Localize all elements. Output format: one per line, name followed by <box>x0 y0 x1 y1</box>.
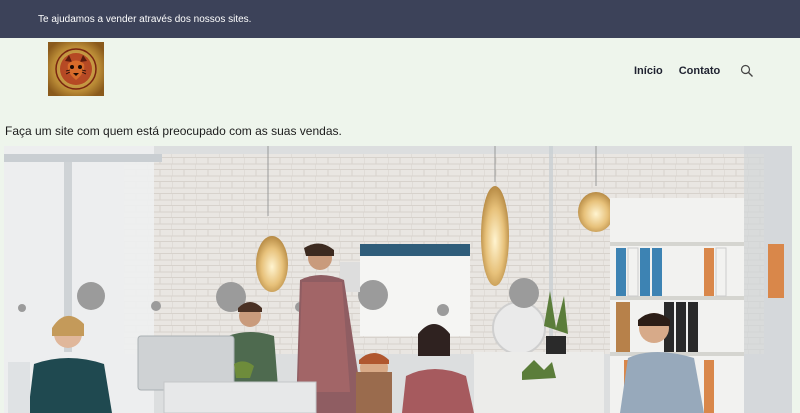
nav-item-inicio[interactable]: Início <box>634 65 663 77</box>
search-icon[interactable] <box>740 64 754 78</box>
hero-image <box>4 146 792 413</box>
site-header: Início Contato <box>0 38 800 112</box>
announcement-text: Te ajudamos a vender através dos nossos … <box>38 14 252 25</box>
hero-tagline: Faça um site com quem está preocupado co… <box>5 124 342 138</box>
nav-item-contato[interactable]: Contato <box>679 65 721 77</box>
site-logo[interactable] <box>48 42 104 96</box>
top-announcement-bar: Te ajudamos a vender através dos nossos … <box>0 0 800 38</box>
tiger-logo-icon <box>48 42 104 96</box>
office-photo <box>4 146 792 413</box>
main-navigation: Início Contato <box>634 64 754 78</box>
